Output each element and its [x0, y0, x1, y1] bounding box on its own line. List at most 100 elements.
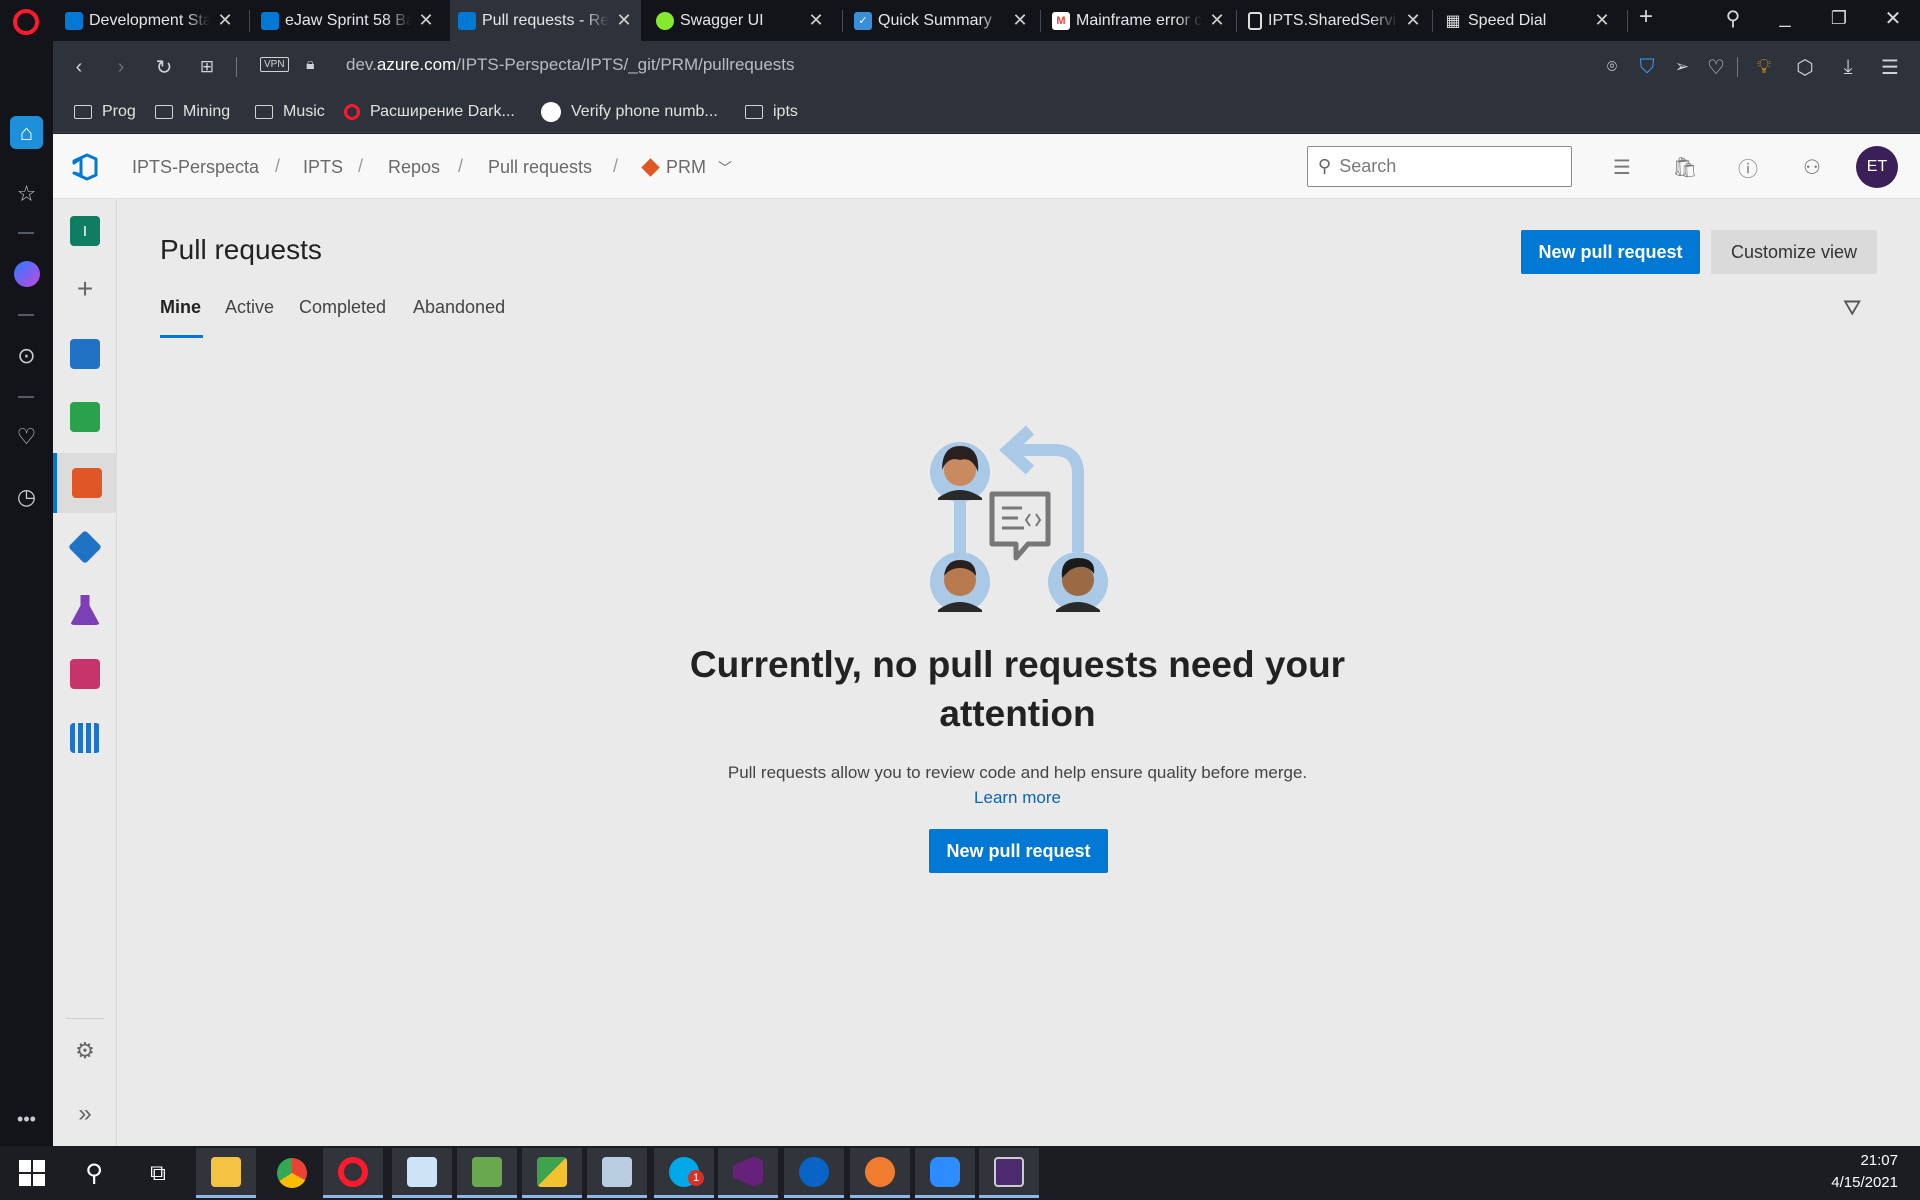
file-explorer-icon[interactable] [196, 1148, 256, 1198]
user-settings-icon[interactable]: ⚇ [1797, 152, 1827, 182]
heart-icon[interactable]: ♡ [10, 420, 43, 453]
url-text[interactable]: dev.azure.com/IPTS-Perspecta/IPTS/_git/P… [346, 55, 795, 75]
search-box[interactable]: ⚲ [1307, 146, 1572, 187]
nav-pipelines[interactable] [53, 517, 117, 577]
home-icon[interactable]: ⌂ [10, 116, 43, 149]
player-icon[interactable]: ⊙ [10, 339, 43, 372]
marketplace-bag-icon[interactable]: 🛍︎ [1670, 152, 1700, 182]
shield-icon[interactable]: ⛉ [1634, 54, 1660, 80]
taskbar-search-icon[interactable]: ⚲ [64, 1148, 124, 1198]
close-window-button[interactable]: ✕ [1878, 6, 1908, 31]
expand-nav-icon[interactable]: » [53, 1084, 117, 1144]
download-icon[interactable]: ⤓ [1835, 54, 1861, 80]
maps-pin-icon[interactable] [784, 1148, 844, 1198]
new-tab-button[interactable]: + [1631, 3, 1661, 31]
search-input[interactable] [1339, 156, 1560, 177]
tab-completed[interactable]: Completed [299, 297, 386, 318]
taskbar-app-notes-icon[interactable] [587, 1148, 647, 1198]
nav-boards[interactable] [53, 324, 117, 384]
close-icon[interactable]: ✕ [615, 10, 633, 31]
nav-project-overview[interactable]: I [53, 201, 117, 261]
system-clock[interactable]: 21:07 4/15/2021 [1831, 1150, 1898, 1194]
lock-icon[interactable]: 🔒︎ [306, 56, 315, 74]
nav-test-board[interactable] [53, 387, 117, 447]
bookmark-dark-extension[interactable]: Расширение Dark... [344, 101, 515, 123]
task-view-icon[interactable]: ⧉ [128, 1148, 188, 1198]
windows-start-icon[interactable] [2, 1148, 62, 1198]
bookmark-prog[interactable]: Prog [74, 101, 136, 123]
terminal-icon[interactable] [979, 1148, 1039, 1198]
close-icon[interactable]: ✕ [1208, 10, 1226, 31]
bookmark-ipts[interactable]: ipts [745, 101, 798, 123]
heart-icon[interactable]: ♡ [1703, 54, 1729, 80]
tab-quick-summary[interactable]: ✓ Quick Summary ✕ [846, 0, 1037, 41]
repo-selector[interactable]: PRM ﹀ [641, 157, 732, 178]
easy-setup-icon[interactable]: ☰ [1877, 54, 1903, 80]
visual-studio-icon[interactable] [718, 1148, 778, 1198]
close-icon[interactable]: ✕ [216, 10, 234, 31]
project-settings-gear-icon[interactable]: ⚙ [53, 1021, 117, 1081]
opera-taskbar-icon[interactable] [323, 1148, 383, 1198]
tab-speed-dial[interactable]: ▦ Speed Dial ✕ [1436, 0, 1619, 41]
restore-button[interactable]: ❐ [1824, 8, 1854, 29]
zoom-icon[interactable] [915, 1148, 975, 1198]
breadcrumb-pull-requests[interactable]: Pull requests [488, 157, 592, 178]
lightbulb-icon[interactable]: 💡︎ [1751, 54, 1777, 80]
vpn-badge[interactable]: VPN [260, 57, 289, 72]
breadcrumb-project[interactable]: IPTS [303, 157, 343, 178]
close-icon[interactable]: ✕ [1011, 10, 1029, 31]
learn-more-link[interactable]: Learn more [974, 788, 1061, 807]
filter-icon[interactable]: ⛛ [1843, 295, 1861, 321]
tab-abandoned[interactable]: Abandoned [413, 297, 505, 318]
opera-logo-icon[interactable] [12, 8, 40, 36]
taskbar-app-image-editor-icon[interactable] [457, 1148, 517, 1198]
close-icon[interactable]: ✕ [417, 10, 435, 31]
tabs-overview-icon[interactable]: ⊞ [194, 54, 220, 80]
tab-mainframe-error[interactable]: M Mainframe error c ✕ [1044, 0, 1234, 41]
close-icon[interactable]: ✕ [807, 10, 825, 31]
history-clock-icon[interactable]: ◷ [10, 480, 43, 513]
reload-button[interactable]: ↻ [151, 54, 177, 80]
nav-artifacts[interactable] [53, 644, 117, 704]
taskbar-app-puzzle-icon[interactable] [522, 1148, 582, 1198]
speed-dial-star-icon[interactable]: ☆ [10, 177, 43, 210]
forward-button[interactable]: › [108, 54, 134, 80]
azure-devops-logo-icon[interactable] [70, 152, 100, 182]
tab-active[interactable]: Active [225, 297, 274, 318]
tab-pull-requests[interactable]: Pull requests - Re ✕ [450, 0, 641, 41]
work-items-list-icon[interactable]: ☰ [1607, 152, 1637, 182]
tab-development-star[interactable]: Development Star ✕ [57, 0, 242, 41]
compass-app-icon[interactable] [850, 1148, 910, 1198]
tab-mine[interactable]: Mine [160, 297, 201, 318]
avatar[interactable]: ET [1856, 146, 1898, 188]
back-button[interactable]: ‹ [66, 54, 92, 80]
empty-state-new-pull-request-button[interactable]: New pull request [929, 829, 1108, 873]
minimize-button[interactable]: _ [1770, 6, 1800, 29]
chrome-icon[interactable] [262, 1148, 322, 1198]
search-tabs-icon[interactable]: ⚲ [1718, 6, 1748, 31]
close-icon[interactable]: ✕ [1404, 10, 1422, 31]
bookmark-music[interactable]: Music [255, 101, 325, 123]
messenger-icon[interactable] [10, 257, 43, 290]
breadcrumb-organization[interactable]: IPTS-Perspecta [132, 157, 259, 178]
bookmark-mining[interactable]: Mining [155, 101, 230, 123]
more-icon[interactable]: ••• [10, 1103, 43, 1136]
breadcrumb-repos[interactable]: Repos [388, 157, 440, 178]
new-pull-request-button[interactable]: New pull request [1521, 230, 1700, 274]
tab-swagger-ui[interactable]: Swagger UI ✕ [648, 0, 833, 41]
nav-add-button[interactable]: + [53, 259, 117, 319]
tab-ipts-shared[interactable]: IPTS.SharedServic ✕ [1240, 0, 1430, 41]
nav-repos[interactable] [53, 453, 117, 513]
help-icon[interactable]: ⓘ [1733, 152, 1763, 182]
nav-analytics[interactable] [53, 708, 117, 768]
send-icon[interactable]: ➢ [1669, 54, 1695, 80]
taskbar-app-checkbox-icon[interactable] [392, 1148, 452, 1198]
skype-icon[interactable]: 1 [654, 1148, 714, 1198]
customize-view-button[interactable]: Customize view [1711, 230, 1877, 274]
tab-ejaw-sprint[interactable]: eJaw Sprint 58 Ba ✕ [253, 0, 443, 41]
close-icon[interactable]: ✕ [1593, 10, 1611, 31]
bookmark-verify-phone[interactable]: Verify phone numb... [541, 101, 718, 123]
nav-test-plans[interactable] [53, 580, 117, 640]
camera-icon[interactable]: ⌾ [1599, 54, 1625, 80]
cube-icon[interactable]: ⬡ [1792, 54, 1818, 80]
